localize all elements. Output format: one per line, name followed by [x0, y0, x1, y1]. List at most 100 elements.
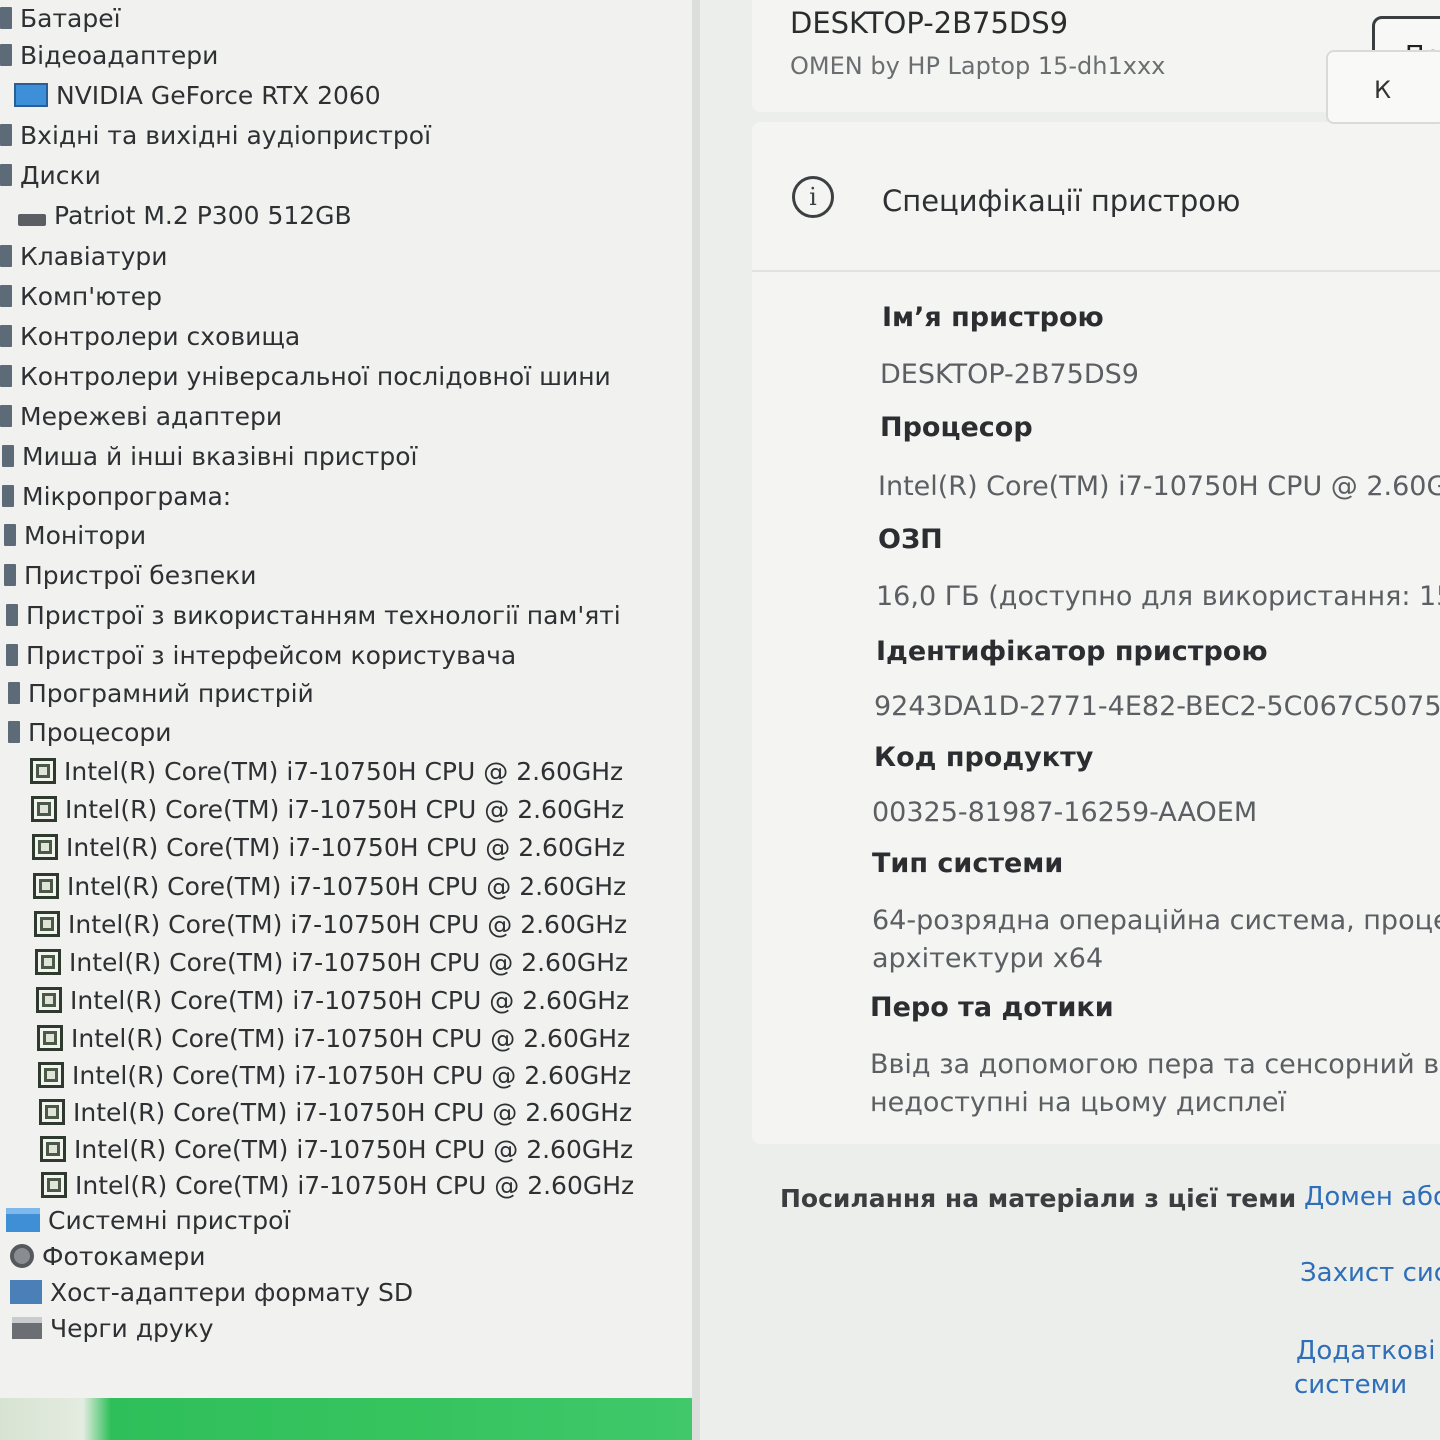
tree-item-cpu[interactable]: Intel(R) Core(TM) i7-10750H CPU @ 2.60GH…: [32, 829, 625, 865]
settings-about-page: DESKTOP-2B75DS9 OMEN by HP Laptop 15-dh1…: [700, 0, 1440, 1440]
spec-value-ram[interactable]: 16,0 ГБ (доступно для використання: 15,8…: [876, 578, 1440, 616]
storage-controller-icon: [0, 325, 12, 347]
tree-item-label: Черги друку: [50, 1313, 214, 1343]
tree-item-label: Intel(R) Core(TM) i7-10750H CPU @ 2.60GH…: [68, 909, 628, 939]
tree-item-label: Контролери сховища: [20, 321, 301, 351]
tree-item-cpu[interactable]: Intel(R) Core(TM) i7-10750H CPU @ 2.60GH…: [33, 868, 626, 904]
tree-item-cpu[interactable]: Intel(R) Core(TM) i7-10750H CPU @ 2.60GH…: [30, 753, 623, 789]
tree-item-label: Програмний пристрій: [28, 678, 314, 708]
tree-item-system-devices[interactable]: Системні пристрої: [6, 1202, 290, 1238]
related-links-label: Посилання на матеріали з цієї теми: [780, 1184, 1297, 1213]
tree-item-cpu[interactable]: Intel(R) Core(TM) i7-10750H CPU @ 2.60GH…: [35, 944, 628, 980]
cpu-chip-icon: [33, 873, 59, 899]
tree-item-hid[interactable]: Пристрої з інтерфейсом користувача: [6, 637, 516, 673]
spec-label-ram: ОЗП: [878, 524, 943, 555]
tree-item-audio-io[interactable]: Вхідні та вихідні аудіопристрої: [0, 117, 431, 153]
cpu-chip-icon: [38, 1062, 64, 1088]
tree-item-cpu[interactable]: Intel(R) Core(TM) i7-10750H CPU @ 2.60GH…: [34, 906, 627, 942]
tree-item-label: Хост-адаптери формату SD: [50, 1277, 414, 1307]
related-link-system-protection[interactable]: Захист сист: [1300, 1256, 1440, 1290]
tree-item-label: Intel(R) Core(TM) i7-10750H CPU @ 2.60GH…: [75, 1170, 635, 1200]
cpu-chip-icon: [30, 758, 56, 784]
tree-item-memory-devices[interactable]: Пристрої з використанням технології пам'…: [6, 597, 621, 633]
system-devices-icon: [6, 1208, 40, 1232]
tree-item-label: Patriot M.2 P300 512GB: [54, 200, 352, 230]
info-icon: i: [792, 176, 834, 218]
battery-icon: [0, 7, 12, 29]
tree-item-label: Батареї: [20, 3, 121, 33]
tree-item-label: Монітори: [24, 520, 147, 550]
tree-item-label: Intel(R) Core(TM) i7-10750H CPU @ 2.60GH…: [73, 1097, 633, 1127]
copy-specs-button[interactable]: К: [1326, 50, 1440, 124]
tree-item-label: Мікропрограма:: [22, 481, 232, 511]
spec-value-system-type[interactable]: 64-розрядна операційна система, процесо: [872, 902, 1440, 940]
device-specs-header[interactable]: i Специфікації пристрою: [752, 122, 1440, 272]
tree-item-label: Системні пристрої: [48, 1205, 291, 1235]
tree-item-storage-controllers[interactable]: Контролери сховища: [0, 318, 300, 354]
tree-item-disk[interactable]: Patriot M.2 P300 512GB: [18, 197, 352, 233]
tree-item-label: Intel(R) Core(TM) i7-10750H CPU @ 2.60GH…: [69, 947, 629, 977]
spec-value-pen-touch[interactable]: Ввід за допомогою пера та сенсорний ввід: [870, 1046, 1440, 1084]
tree-item-network-adapters[interactable]: Мережеві адаптери: [0, 398, 282, 434]
tree-item-label: Intel(R) Core(TM) i7-10750H CPU @ 2.60GH…: [74, 1134, 634, 1164]
computer-icon: [0, 285, 12, 307]
tree-item-software-devices[interactable]: Програмний пристрій: [8, 675, 314, 711]
tree-item-monitors[interactable]: Монітори: [4, 517, 146, 553]
spec-label-system-type: Тип системи: [872, 848, 1064, 879]
cpu-chip-icon: [32, 834, 58, 860]
tree-item-mice[interactable]: Миша й інші вказівні пристрої: [2, 438, 417, 474]
tree-item-usb-controllers[interactable]: Контролери універсальної послідовної шин…: [0, 358, 611, 394]
tree-item-firmware[interactable]: Мікропрограма:: [2, 478, 231, 514]
tree-item-cpu[interactable]: Intel(R) Core(TM) i7-10750H CPU @ 2.60GH…: [40, 1131, 633, 1167]
tree-item-cpu[interactable]: Intel(R) Core(TM) i7-10750H CPU @ 2.60GH…: [38, 1057, 631, 1093]
spec-value-processor[interactable]: Intel(R) Core(TM) i7-10750H CPU @ 2.60GH: [878, 468, 1440, 506]
tree-item-disk-drives[interactable]: Диски: [0, 157, 101, 193]
device-specs-title: Специфікації пристрою: [882, 184, 1241, 218]
tree-item-cpu[interactable]: Intel(R) Core(TM) i7-10750H CPU @ 2.60GH…: [41, 1167, 634, 1203]
desktop-wallpaper-strip: [0, 1398, 692, 1440]
spec-value-system-type-line2[interactable]: архітектури x64: [872, 940, 1103, 978]
tree-item-gpu[interactable]: NVIDIA GeForce RTX 2060: [14, 77, 381, 113]
window-divider: [692, 0, 700, 1440]
spec-label-pen-touch: Перо та дотики: [870, 992, 1114, 1023]
cpu-chip-icon: [39, 1099, 65, 1125]
tree-item-label: Intel(R) Core(TM) i7-10750H CPU @ 2.60GH…: [71, 1023, 631, 1053]
spec-value-pen-touch-line2[interactable]: недоступні на цьому дисплеї: [870, 1084, 1286, 1122]
tree-item-label: NVIDIA GeForce RTX 2060: [56, 80, 381, 110]
tree-item-batteries[interactable]: Батареї: [0, 0, 121, 36]
tree-item-security-devices[interactable]: Пристрої безпеки: [4, 557, 256, 593]
disk-icon: [18, 214, 46, 226]
tree-item-cpu[interactable]: Intel(R) Core(TM) i7-10750H CPU @ 2.60GH…: [39, 1094, 632, 1130]
tree-item-computer[interactable]: Комп'ютер: [0, 278, 162, 314]
tree-item-sd-host-adapters[interactable]: Хост-адаптери формату SD: [10, 1274, 413, 1310]
tree-item-label: Пристрої з інтерфейсом користувача: [26, 640, 517, 670]
display-adapter-icon: [0, 44, 12, 66]
tree-item-print-queues[interactable]: Черги друку: [12, 1310, 214, 1346]
tree-item-processors[interactable]: Процесори: [8, 714, 172, 750]
spec-value-device-id[interactable]: 9243DA1D-2771-4E82-BEC2-5C067C507580: [874, 688, 1440, 726]
tree-item-label: Intel(R) Core(TM) i7-10750H CPU @ 2.60GH…: [65, 794, 625, 824]
spec-label-device-name: Ім’я пристрою: [882, 302, 1104, 333]
spec-value-product-id[interactable]: 00325-81987-16259-AAOEM: [872, 794, 1257, 832]
related-link-advanced-settings-line2[interactable]: системи: [1294, 1368, 1407, 1402]
tree-item-label: Миша й інші вказівні пристрої: [22, 441, 418, 471]
firmware-icon: [2, 485, 14, 507]
spec-value-device-name[interactable]: DESKTOP-2B75DS9: [880, 356, 1139, 394]
monitor-icon: [4, 524, 16, 546]
related-link-advanced-settings[interactable]: Додаткові н: [1296, 1334, 1440, 1368]
tree-item-cpu[interactable]: Intel(R) Core(TM) i7-10750H CPU @ 2.60GH…: [36, 982, 629, 1018]
cpu-chip-icon: [37, 1025, 63, 1051]
tree-item-cpu[interactable]: Intel(R) Core(TM) i7-10750H CPU @ 2.60GH…: [37, 1020, 630, 1056]
related-link-domain[interactable]: Домен або: [1304, 1180, 1440, 1214]
tree-item-cameras[interactable]: Фотокамери: [10, 1238, 205, 1274]
device-manager-tree: Батареї Відеоадаптери NVIDIA GeForce RTX…: [0, 0, 692, 1400]
tree-item-keyboards[interactable]: Клавіатури: [0, 238, 168, 274]
tree-item-label: Intel(R) Core(TM) i7-10750H CPU @ 2.60GH…: [67, 871, 627, 901]
tree-item-label: Процесори: [28, 717, 172, 747]
tree-item-display-adapters[interactable]: Відеоадаптери: [0, 37, 218, 73]
cpu-chip-icon: [34, 911, 60, 937]
tree-item-label: Відеоадаптери: [20, 40, 219, 70]
tree-item-label: Мережеві адаптери: [20, 401, 283, 431]
keyboard-icon: [0, 245, 12, 267]
tree-item-cpu[interactable]: Intel(R) Core(TM) i7-10750H CPU @ 2.60GH…: [31, 791, 624, 827]
